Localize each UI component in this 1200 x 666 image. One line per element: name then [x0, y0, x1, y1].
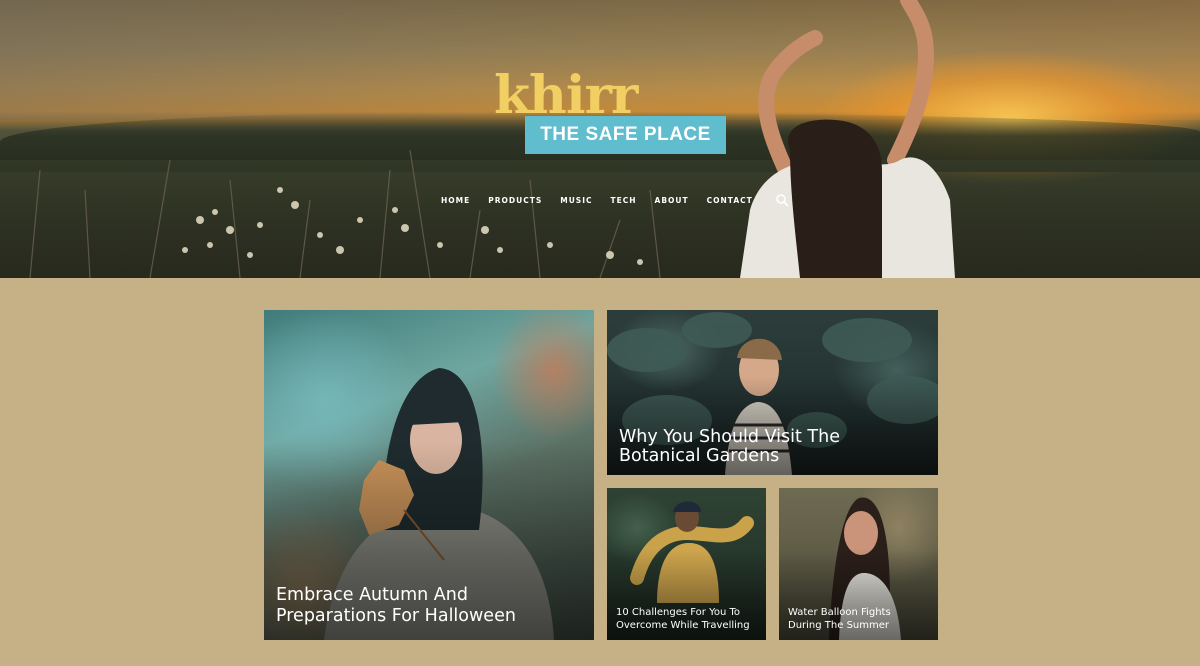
search-icon[interactable] [775, 193, 789, 207]
hero-grass-flowers [29, 150, 661, 278]
post-title[interactable]: Embrace Autumn And Preparations For Hall… [276, 585, 582, 627]
post-title[interactable]: 10 Challenges For You To Overcome While … [616, 606, 754, 632]
post-card-challenges[interactable]: 10 Challenges For You To Overcome While … [607, 488, 766, 640]
post-title[interactable]: Water Balloon Fights During The Summer [788, 606, 926, 632]
hero-header: khirr THE SAFE PLACE HOME PRODUCTS MUSIC… [0, 0, 1200, 278]
site-logo[interactable]: khirr THE SAFE PLACE [494, 66, 734, 162]
logo-tagline: THE SAFE PLACE [525, 116, 726, 154]
nav-about[interactable]: ABOUT [655, 196, 689, 205]
nav-products[interactable]: PRODUCTS [488, 196, 542, 205]
post-card-autumn[interactable]: Embrace Autumn And Preparations For Hall… [264, 310, 594, 640]
nav-tech[interactable]: TECH [611, 196, 637, 205]
post-card-botanical[interactable]: Why You Should Visit The Botanical Garde… [607, 310, 938, 475]
nav-home[interactable]: HOME [441, 196, 470, 205]
nav-music[interactable]: MUSIC [560, 196, 592, 205]
post-title[interactable]: Why You Should Visit The Botanical Garde… [619, 428, 926, 466]
post-card-water-balloon[interactable]: Water Balloon Fights During The Summer [779, 488, 938, 640]
main-nav: HOME PRODUCTS MUSIC TECH ABOUT CONTACT [441, 192, 789, 208]
nav-contact[interactable]: CONTACT [707, 196, 753, 205]
